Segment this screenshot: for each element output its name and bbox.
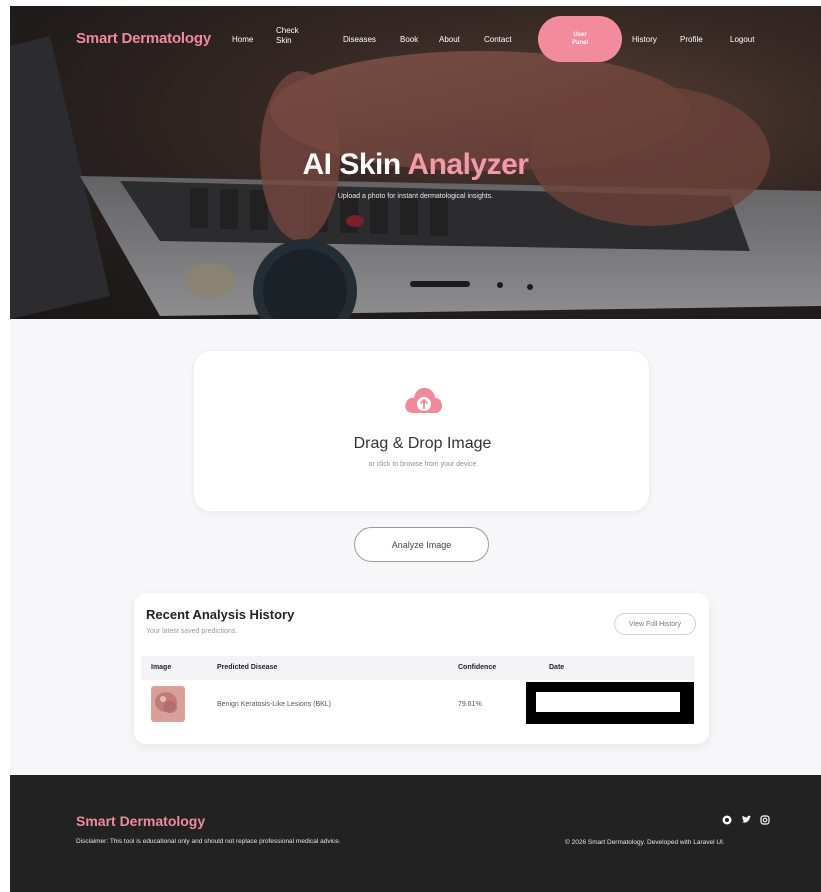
instagram-icon[interactable] [760,815,770,825]
nav-link-about[interactable]: About [439,35,460,45]
history-subtitle: Your latest saved predictions. [146,628,238,635]
dropzone-title: Drag & Drop Image [353,435,492,452]
cloud-upload-icon [405,387,442,413]
hero-title: AI Skin Analyzer [10,148,821,182]
lesion-thumbnail-graphic [151,686,185,722]
twitter-icon[interactable] [741,815,751,825]
nav-link-history[interactable]: History [632,35,657,45]
nav-link-diseases[interactable]: Diseases [343,35,376,45]
column-header-date: Date [549,664,565,671]
nav-user-panel-button[interactable]: User Panel [538,16,622,62]
nav-link-logout[interactable]: Logout [730,35,754,45]
history-table-header: Image Predicted Disease Confidence Date [141,656,695,680]
column-header-image: Image [151,664,172,671]
nav-link-book[interactable]: Book [400,35,418,45]
lesion-thumbnail-image[interactable] [151,686,185,722]
hero-title-accent: Analyzer [407,148,529,181]
view-full-history-button[interactable]: View Full History [614,613,696,635]
table-row[interactable]: Benign Keratosis-Like Lesions (BKL) 79.6… [141,682,695,726]
column-header-predicted-disease: Predicted Disease [217,664,278,671]
user-panel-label: User Panel [571,32,588,46]
nav-link-contact[interactable]: Contact [484,35,512,45]
page: Smart Dermatology Home Check Skin Diseas… [10,6,821,892]
hero-section: Smart Dermatology Home Check Skin Diseas… [10,6,821,319]
predicted-disease-cell: Benign Keratosis-Like Lesions (BKL) [217,701,332,708]
column-header-confidence: Confidence [458,664,497,671]
date-cell-redacted [526,682,694,724]
confidence-cell: 79.61% [458,701,482,708]
github-icon[interactable] [722,815,732,825]
hero-title-main: AI Skin [302,148,408,181]
site-footer: Smart Dermatology Disclaimer: This tool … [10,775,821,892]
dropzone-subtitle: or click to browse from your device [368,461,477,468]
footer-disclaimer: Disclaimer: This tool is educational onl… [76,838,341,845]
date-cell-value [536,692,680,712]
analyze-image-button[interactable]: Analyze Image [354,527,489,562]
footer-copyright: © 2026 Smart Dermatology. Developed with… [565,839,725,846]
nav-link-profile[interactable]: Profile [680,35,703,45]
nav-link-home[interactable]: Home [232,35,253,45]
recent-history-card: Recent Analysis History Your latest save… [134,593,709,744]
history-title: Recent Analysis History [146,607,295,622]
top-navbar: Smart Dermatology Home Check Skin Diseas… [10,6,821,72]
upload-dropzone[interactable]: Drag & Drop Image or click to browse fro… [193,350,650,512]
nav-link-check-skin[interactable]: Check Skin [276,26,304,46]
brand-logo[interactable]: Smart Dermatology [76,30,211,47]
hero-subtitle: Upload a photo for instant dermatologica… [337,193,494,200]
footer-brand: Smart Dermatology [76,813,206,829]
